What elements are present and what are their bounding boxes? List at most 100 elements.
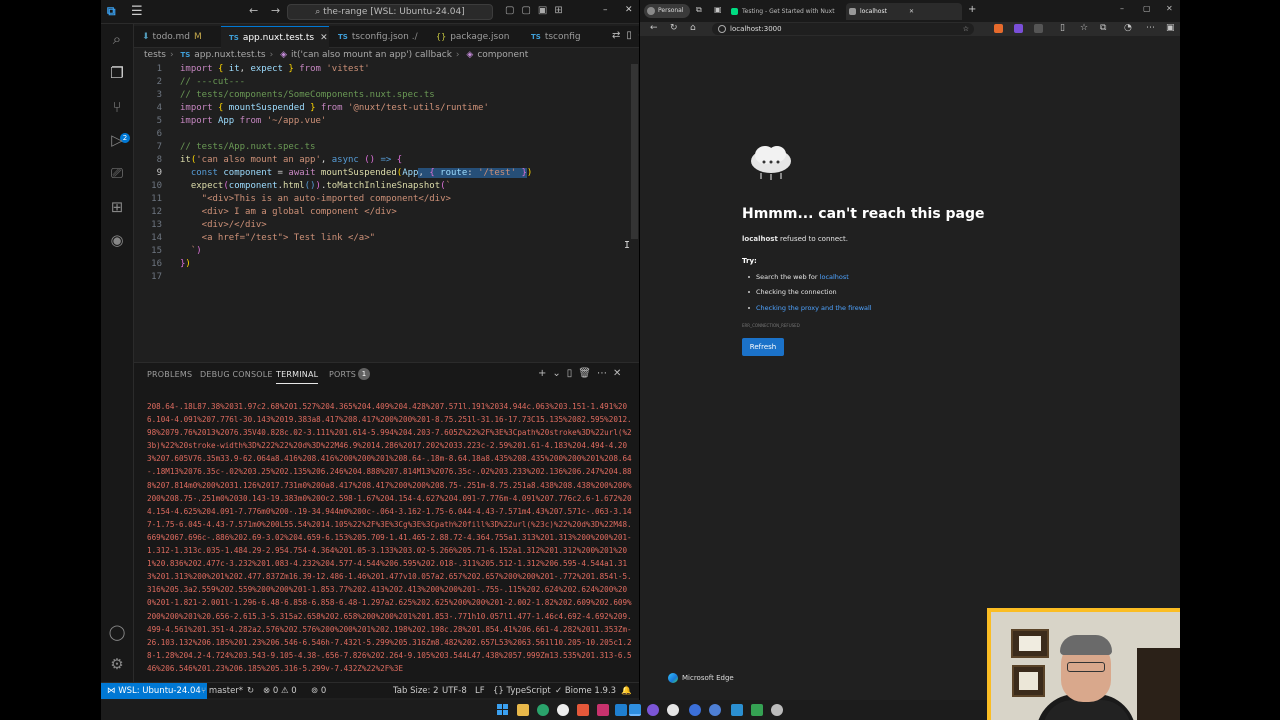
editor-actions-icons[interactable]: ⇄▯⋯ [612, 30, 639, 41]
account-icon[interactable]: ◯ [108, 623, 126, 641]
line-number: 15 [151, 246, 162, 256]
terminal-actions-icons[interactable]: +⌄▯🗑⋯✕ [538, 368, 627, 379]
settings-gear-icon[interactable]: ⚙ [108, 655, 126, 673]
close-window-icon[interactable]: ✕ [1166, 4, 1173, 13]
home-icon[interactable]: ⌂ [690, 23, 696, 33]
tab-localhost[interactable]: localhost ✕ [846, 3, 962, 20]
source-control-icon[interactable]: ⑂ [108, 98, 126, 116]
close-tab-icon[interactable]: ✕ [320, 33, 328, 43]
line-number: 4 [156, 103, 162, 113]
encoding-indicator[interactable]: UTF-8 [442, 683, 467, 699]
tab-problems[interactable]: PROBLEMS [147, 370, 192, 379]
workspaces-icon[interactable]: ⧉ [696, 5, 702, 15]
reload-icon[interactable]: ↻ [670, 23, 678, 33]
copilot-icon[interactable]: ◔ [1124, 23, 1132, 33]
tab-debug-console[interactable]: DEBUG CONSOLE [200, 370, 273, 379]
run-debug-icon[interactable]: ▷ [108, 131, 126, 149]
favorite-star-icon[interactable]: ☆ [963, 23, 969, 35]
menu-hamburger-icon[interactable]: ☰ [131, 4, 143, 19]
app-taskbar-icon[interactable] [731, 704, 743, 716]
maximize-icon[interactable]: ▢ [1143, 4, 1151, 13]
search-icon[interactable]: ⌕ [108, 30, 126, 48]
sync-icon[interactable]: ↻ [247, 683, 254, 699]
tab-terminal[interactable]: TERMINAL [276, 370, 319, 384]
forward-arrow-icon[interactable]: → [271, 4, 280, 17]
brave-taskbar-icon[interactable] [577, 704, 589, 716]
tab-todo-md[interactable]: ⬇ todo.md M [134, 26, 220, 48]
typescript-config-icon: TS [338, 33, 348, 41]
editor-tabs: ⬇ todo.md M TS app.nuxt.test.ts ✕ TS tsconfig… [134, 26, 639, 48]
typescript-file-icon: TS [180, 51, 191, 59]
back-arrow-icon[interactable]: ← [650, 23, 658, 33]
vscode-taskbar-icon[interactable] [629, 704, 641, 716]
explorer-icon[interactable]: ❐ [108, 64, 126, 82]
edge-devtools-icon[interactable]: ◉ [108, 231, 126, 249]
extension-icon[interactable] [1014, 24, 1023, 33]
line-number: 6 [156, 129, 162, 139]
app-taskbar-icon[interactable] [751, 704, 763, 716]
tab-tsconfig[interactable]: TS tsconfig [523, 26, 585, 48]
layout-toggle-icons[interactable]: ▢▢▣⊞ [505, 5, 570, 16]
language-indicator[interactable]: {} TypeScript [493, 683, 551, 699]
new-tab-icon[interactable]: + [968, 4, 976, 15]
favorites-icon[interactable]: ☆ [1080, 23, 1088, 33]
search-link[interactable]: localhost [820, 273, 849, 281]
tab-size-indicator[interactable]: Tab Size: 2 [393, 683, 439, 699]
code-editor[interactable]: 1 import { it, expect } from 'vitest' 2 //… [134, 63, 639, 288]
extension-icon[interactable] [994, 24, 1003, 33]
menu-more-icon[interactable]: ⋯ [1146, 23, 1155, 33]
app-taskbar-icon[interactable] [615, 704, 627, 716]
terminal-output[interactable]: 208.64-.18L87.38%2031.97c2.68%201.527%20… [147, 400, 632, 683]
tab-app-nuxt-test[interactable]: TS app.nuxt.test.ts ✕ [221, 26, 329, 48]
ports-indicator[interactable]: ⊚ 0 [311, 683, 326, 699]
formatter-indicator[interactable]: ✓ Biome 1.9.3 [555, 683, 616, 699]
app-taskbar-icon[interactable] [709, 704, 721, 716]
start-button-icon[interactable] [497, 704, 509, 716]
extensions-icon[interactable]: ⊞ [108, 198, 126, 216]
code-line: import { it, expect } from 'vitest' [180, 64, 370, 74]
close-window-icon[interactable]: ✕ [625, 5, 633, 15]
tab-actions-icon[interactable]: ▣ [714, 5, 722, 14]
try-item-proxy-link[interactable]: Checking the proxy and the firewall [748, 304, 872, 312]
site-info-icon[interactable] [718, 25, 726, 33]
notifications-bell-icon[interactable]: 🔔 [621, 683, 632, 699]
command-center-search[interactable]: ⌕ the-range [WSL: Ubuntu-24.04] [287, 4, 493, 20]
problems-indicator[interactable]: ⊗ 0 ⚠ 0 [263, 683, 297, 699]
breadcrumb-file[interactable]: app.nuxt.test.ts [194, 50, 265, 60]
file-explorer-icon[interactable] [517, 704, 529, 716]
chrome-taskbar-icon[interactable] [557, 704, 569, 716]
collections-icon[interactable]: ⧉ [1100, 23, 1106, 33]
app-taskbar-icon[interactable] [771, 704, 783, 716]
split-screen-icon[interactable]: ▯ [1060, 23, 1065, 33]
tab-nuxt-testing[interactable]: Testing - Get Started with Nuxt [728, 3, 846, 20]
profile-button[interactable]: Personal [644, 4, 690, 18]
line-number: 9 [156, 168, 162, 178]
sidebar-icon[interactable]: ▣ [1166, 23, 1175, 33]
address-bar[interactable]: localhost:3000 ☆ [712, 23, 974, 35]
minimize-icon[interactable]: – [1120, 4, 1124, 13]
breadcrumb-symbol[interactable]: component [477, 50, 528, 60]
branch-indicator[interactable]: ⑂ master* [201, 683, 243, 699]
breadcrumb-callback[interactable]: it('can also mount an app') callback [291, 50, 452, 60]
back-arrow-icon[interactable]: ← [249, 4, 258, 17]
tab-package-json[interactable]: {} package.json [428, 26, 522, 48]
edge-taskbar-icon[interactable] [537, 704, 549, 716]
app-taskbar-icon[interactable] [597, 704, 609, 716]
try-item-search: Search the web for localhost [748, 273, 849, 281]
minimize-icon[interactable]: – [603, 5, 608, 15]
app-taskbar-icon[interactable] [689, 704, 701, 716]
extension-icon[interactable] [1034, 24, 1043, 33]
bottom-panel: PROBLEMS DEBUG CONSOLE TERMINAL PORTS 1 … [134, 362, 639, 682]
app-taskbar-icon[interactable] [667, 704, 679, 716]
remote-explorer-icon[interactable]: ⎚ [108, 164, 126, 182]
code-line: <div> I am a global component </div> [180, 207, 397, 217]
close-tab-icon[interactable]: ✕ [909, 8, 914, 15]
app-taskbar-icon[interactable] [647, 704, 659, 716]
editor-scrollbar[interactable] [631, 64, 638, 239]
refresh-button[interactable]: Refresh [742, 338, 784, 356]
tab-tsconfig-json[interactable]: TS tsconfig.json ./ [330, 26, 427, 48]
eol-indicator[interactable]: LF [475, 683, 485, 699]
tab-ports[interactable]: PORTS [329, 370, 356, 379]
remote-indicator[interactable]: ⋈ WSL: Ubuntu-24.04 [101, 683, 207, 699]
breadcrumb-folder[interactable]: tests [144, 50, 166, 60]
